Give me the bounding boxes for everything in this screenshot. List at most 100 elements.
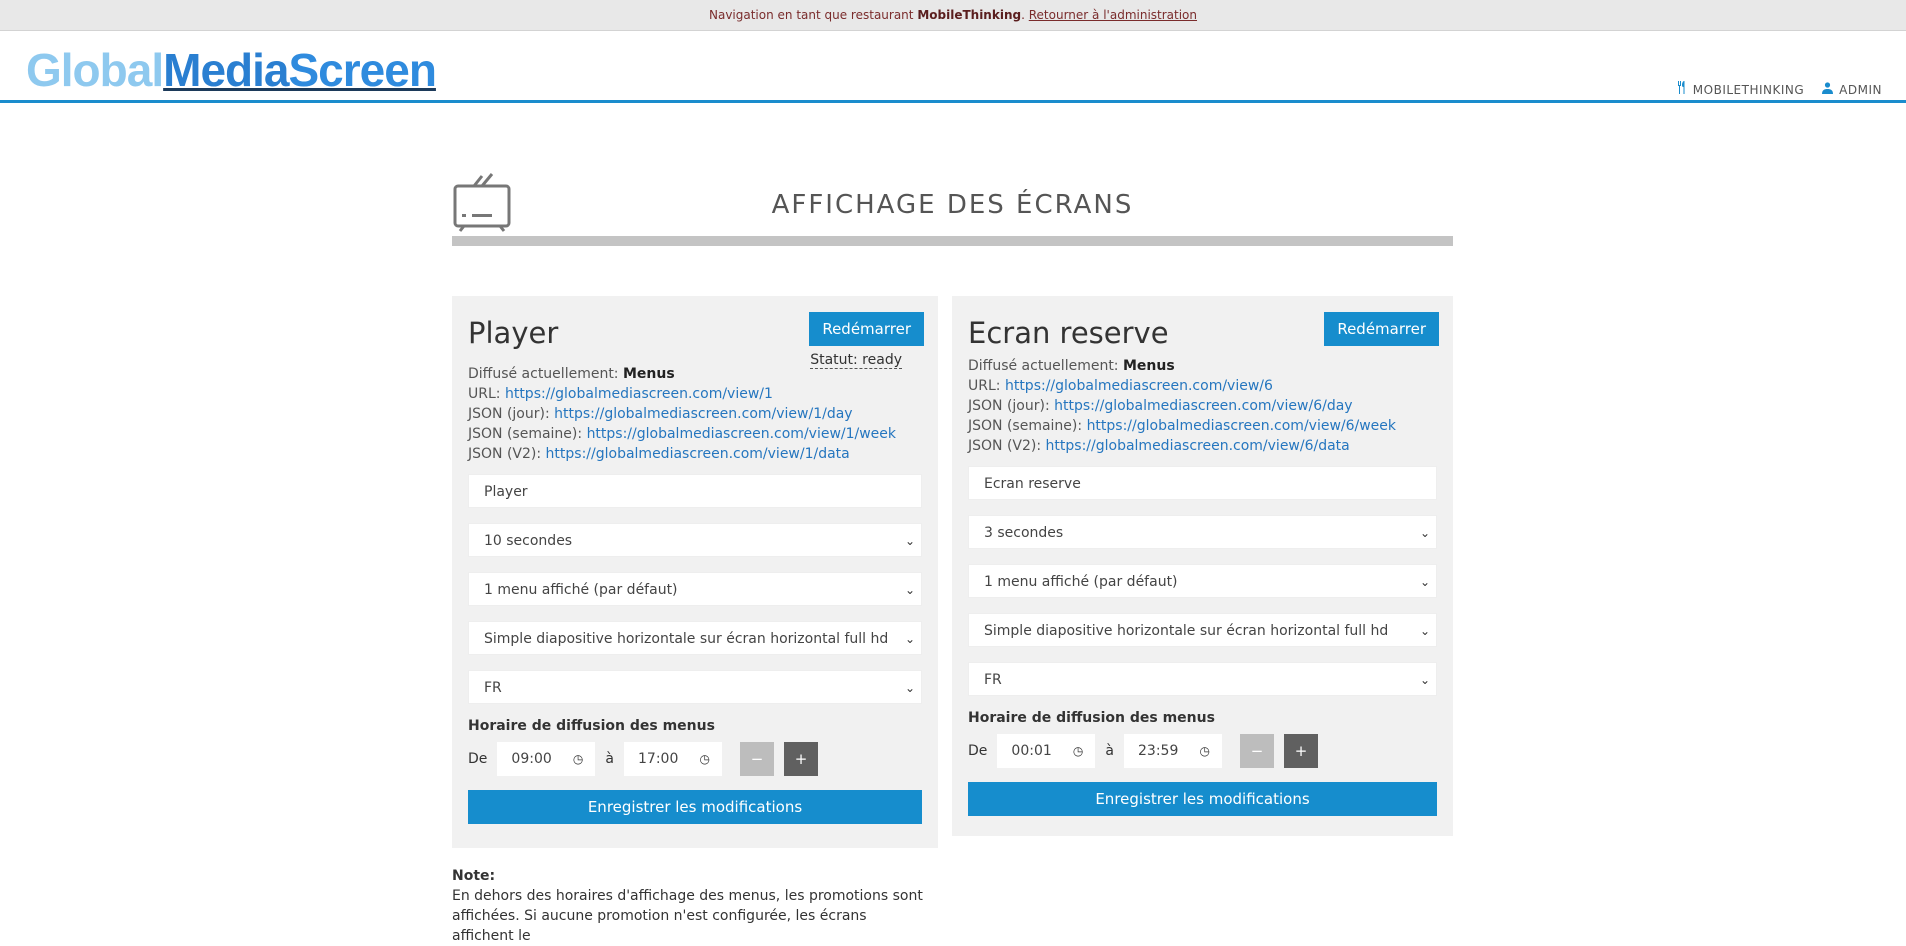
schedule-row: De 00:01 ◷ à 23:59 ◷ − + [968,734,1437,768]
to-time-value: 23:59 [1138,743,1179,759]
clock-icon: ◷ [572,752,584,766]
json-v2-link[interactable]: https://globalmediascreen.com/view/1/dat… [546,446,850,462]
json-v2-label: JSON (V2): [968,438,1042,454]
chevron-down-icon: ⌄ [1419,526,1430,540]
logo[interactable]: GlobalMediaScreen [26,43,437,97]
schedule-label: Horaire de diffusion des menus [468,718,715,734]
duration-value: 10 secondes [484,533,573,549]
from-time-input[interactable]: 09:00 ◷ [497,742,596,776]
chevron-down-icon: ⌄ [904,583,915,597]
to-time-value: 17:00 [638,751,679,767]
restart-button[interactable]: Redémarrer [1324,312,1439,346]
layout-select[interactable]: Simple diapositive horizontale sur écran… [468,621,922,655]
menu-count-value: 1 menu affiché (par défaut) [984,574,1178,590]
note-title: Note: [452,868,496,884]
status-label: Statut: ready [810,352,902,369]
chevron-down-icon: ⌄ [904,632,915,646]
add-slot-button[interactable]: + [784,742,818,776]
impersonation-bar: Navigation en tant que restaurant Mobile… [0,0,1906,31]
layout-value: Simple diapositive horizontale sur écran… [984,623,1389,639]
json-day-label: JSON (jour): [468,406,550,422]
json-week-link[interactable]: https://globalmediascreen.com/view/1/wee… [587,426,896,442]
from-label: De [968,743,988,759]
user-menu[interactable]: ADMIN [1822,81,1882,98]
from-label: De [468,751,488,767]
url-label: URL: [468,386,501,402]
chevron-down-icon: ⌄ [1419,673,1430,687]
screen-panel-ecran-reserve: Ecran reserve Redémarrer Diffusé actuell… [952,296,1453,836]
json-v2-link[interactable]: https://globalmediascreen.com/view/6/dat… [1046,438,1350,454]
json-week-label: JSON (semaine): [468,426,583,442]
cutlery-icon [1677,81,1687,98]
logo-screen: Screen [288,44,437,96]
clock-icon: ◷ [1199,744,1210,758]
user-nav: MOBILETHINKING ADMIN [1677,81,1882,98]
url-link[interactable]: https://globalmediascreen.com/view/6 [1005,378,1273,394]
from-time-value: 00:01 [1011,743,1052,759]
current-value: Menus [622,366,675,382]
schedule-label: Horaire de diffusion des menus [968,710,1215,726]
from-time-value: 09:00 [511,751,552,767]
remove-slot-button[interactable]: − [1240,734,1274,768]
json-day-link[interactable]: https://globalmediascreen.com/view/1/day [554,406,852,422]
restaurant-name: MobileThinking [917,8,1022,22]
screen-panel-player: Player Redémarrer Statut: ready Diffusé … [452,296,938,848]
restaurant-menu-label: MOBILETHINKING [1692,82,1805,97]
clock-icon: ◷ [1072,744,1084,758]
save-button[interactable]: Enregistrer les modifications [468,790,922,824]
duration-select[interactable]: 10 secondes ⌄ [468,523,922,557]
screen-info: Diffusé actuellement: Menus URL: https:/… [468,364,922,464]
restaurant-menu[interactable]: MOBILETHINKING [1677,81,1804,98]
duration-select[interactable]: 3 secondes ⌄ [968,515,1437,549]
url-label: URL: [968,378,1001,394]
site-header: GlobalMediaScreen MOBILETHINKING ADMIN [0,31,1906,103]
current-value: Menus [1122,358,1175,374]
layout-select[interactable]: Simple diapositive horizontale sur écran… [968,613,1437,647]
to-time-input[interactable]: 23:59 ◷ [1124,734,1222,768]
user-icon [1822,81,1834,98]
page-title: AFFICHAGE DES ÉCRANS [771,190,1134,220]
sep: . [1021,8,1025,22]
url-link[interactable]: https://globalmediascreen.com/view/1 [505,386,773,402]
chevron-down-icon: ⌄ [904,534,915,548]
to-label: à [1105,743,1114,759]
language-value: FR [984,672,1002,688]
restart-button[interactable]: Redémarrer [809,312,924,346]
json-week-link[interactable]: https://globalmediascreen.com/view/6/wee… [1087,418,1396,434]
chevron-down-icon: ⌄ [1419,624,1430,638]
screen-name-input[interactable]: Player [468,474,922,508]
json-v2-label: JSON (V2): [468,446,542,462]
remove-slot-button[interactable]: − [740,742,774,776]
language-select[interactable]: FR ⌄ [968,662,1437,696]
menu-count-value: 1 menu affiché (par défaut) [484,582,678,598]
back-to-admin-link[interactable]: Retourner à l'administration [1029,8,1197,22]
chevron-down-icon: ⌄ [904,681,915,695]
to-time-input[interactable]: 17:00 ◷ [624,742,722,776]
menu-count-select[interactable]: 1 menu affiché (par défaut) ⌄ [968,564,1437,598]
language-select[interactable]: FR ⌄ [468,670,922,704]
chevron-down-icon: ⌄ [1419,575,1430,589]
logo-media: Media [163,44,289,96]
screen-name-input[interactable]: Ecran reserve [968,466,1437,500]
json-day-label: JSON (jour): [968,398,1050,414]
page-heading: AFFICHAGE DES ÉCRANS [452,172,1453,246]
add-slot-button[interactable]: + [1284,734,1318,768]
layout-value: Simple diapositive horizontale sur écran… [484,631,889,647]
title-divider [452,236,1453,246]
from-time-input[interactable]: 00:01 ◷ [997,734,1096,768]
json-week-label: JSON (semaine): [968,418,1083,434]
menu-count-select[interactable]: 1 menu affiché (par défaut) ⌄ [468,572,922,606]
logo-global: Global [26,44,164,96]
current-label: Diffusé actuellement: [468,366,619,382]
note-line: En dehors des horaires d'affichage des m… [452,888,923,904]
language-value: FR [484,680,502,696]
schedule-row: De 09:00 ◷ à 17:00 ◷ − + [468,742,922,776]
screen-info: Diffusé actuellement: Menus URL: https:/… [968,356,1437,456]
note-line: affichées. Si aucune promotion n'est con… [452,908,867,944]
json-day-link[interactable]: https://globalmediascreen.com/view/6/day [1054,398,1352,414]
clock-icon: ◷ [699,752,710,766]
save-button[interactable]: Enregistrer les modifications [968,782,1437,816]
user-menu-label: ADMIN [1839,82,1882,97]
to-label: à [605,751,614,767]
impersonation-text: Navigation en tant que restaurant [708,8,914,22]
